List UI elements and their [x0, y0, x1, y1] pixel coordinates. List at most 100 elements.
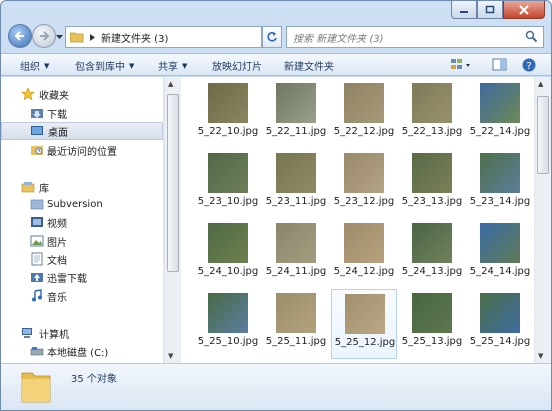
file-thumbnail [208, 153, 248, 193]
close-icon [519, 4, 529, 15]
nav-desktop-label: 桌面 [48, 127, 68, 139]
file-name: 5_25_11.jpg [265, 336, 327, 347]
file-thumbnail [276, 83, 316, 123]
item-count: 35 个对象 [71, 374, 117, 385]
desktop-icon [31, 126, 43, 135]
help-icon[interactable]: ? [521, 57, 537, 73]
file-item[interactable]: 5_23_12.jpg [331, 149, 397, 219]
nav-downloads[interactable]: 下载 [1, 104, 163, 122]
address-bar[interactable]: 新建文件夹 (3) [65, 26, 321, 48]
nav-pictures-label: 图片 [47, 237, 67, 249]
scroll-down-icon[interactable]: ▼ [538, 352, 543, 360]
nav-recent-label: 最近访问的位置 [47, 146, 117, 158]
navigation-bar: 新建文件夹 (3) 搜索 新建文件夹 (3) [1, 23, 551, 51]
file-thumbnail [412, 153, 452, 193]
search-input[interactable]: 搜索 新建文件夹 (3) [286, 26, 544, 48]
organize-menu[interactable]: 组织 ▼ [20, 58, 49, 74]
nav-libraries-label: 库 [39, 183, 49, 195]
nav-xunlei-label: 迅雷下载 [47, 273, 87, 285]
file-item[interactable]: 5_23_14.jpg [467, 149, 533, 219]
file-name: 5_22_14.jpg [469, 126, 531, 137]
preview-pane-icon[interactable] [492, 57, 508, 73]
file-item[interactable]: 5_25_13.jpg [399, 289, 465, 359]
share-menu[interactable]: 共享 ▼ [158, 58, 187, 74]
slideshow-label: 放映幻灯片 [212, 62, 262, 73]
command-bar: 组织 ▼ 包含到库中 ▼ 共享 ▼ 放映幻灯片 新建文件夹 ? [1, 53, 551, 76]
file-item[interactable]: 5_25_14.jpg [467, 289, 533, 359]
file-name: 5_23_14.jpg [469, 196, 531, 207]
file-name: 5_24_11.jpg [265, 266, 327, 277]
file-name: 5_25_13.jpg [401, 336, 463, 347]
file-thumbnail [276, 153, 316, 193]
new-folder-button[interactable]: 新建文件夹 [284, 58, 334, 73]
breadcrumb-current-folder[interactable]: 新建文件夹 (3) [101, 30, 168, 45]
slideshow-button[interactable]: 放映幻灯片 [212, 58, 262, 73]
file-item[interactable]: 5_25_10.jpg [195, 289, 261, 359]
maximize-button[interactable] [477, 1, 503, 19]
navigation-scroll-thumb[interactable] [167, 94, 179, 272]
arrow-left-icon [14, 31, 24, 41]
file-item[interactable]: 5_25_11.jpg [263, 289, 329, 359]
file-thumbnail [345, 294, 385, 334]
include-in-library-menu[interactable]: 包含到库中 ▼ [75, 58, 134, 74]
file-item[interactable]: 5_22_10.jpg [195, 79, 261, 149]
music-icon [32, 289, 42, 302]
refresh-button[interactable] [262, 26, 282, 48]
file-item[interactable]: 5_23_13.jpg [399, 149, 465, 219]
minimize-button[interactable] [451, 1, 477, 19]
file-item[interactable]: 5_23_10.jpg [195, 149, 261, 219]
file-item[interactable]: 5_23_11.jpg [263, 149, 329, 219]
nav-videos[interactable]: 视频 [1, 213, 163, 231]
file-name: 5_24_14.jpg [469, 266, 531, 277]
breadcrumb-separator-icon[interactable] [90, 33, 95, 41]
file-item[interactable]: 5_24_12.jpg [331, 219, 397, 289]
file-thumbnail [480, 153, 520, 193]
file-item[interactable]: 5_24_10.jpg [195, 219, 261, 289]
minimize-icon [460, 10, 468, 13]
navigation-scrollbar[interactable]: ▲ ▼ [164, 77, 181, 363]
explorer-window: 新建文件夹 (3) 搜索 新建文件夹 (3) 组织 ▼ 包含到库中 ▼ 共享 ▼ 放映… [0, 0, 552, 411]
file-thumbnail [480, 223, 520, 263]
recent-pages-dropdown[interactable] [56, 32, 63, 43]
navigation-pane: 收藏夹 下载 桌面 最近访问的位置 库 Subversion 视频 图片 文档 … [1, 77, 164, 363]
files-scroll-thumb[interactable] [537, 96, 549, 174]
nav-downloads-label: 下载 [47, 109, 67, 121]
back-button[interactable] [8, 24, 32, 48]
nav-desktop[interactable]: 桌面 [1, 122, 163, 140]
nav-local-disk[interactable]: 本地磁盘 (C:) [1, 342, 163, 360]
file-item[interactable]: 5_24_11.jpg [263, 219, 329, 289]
nav-music[interactable]: 音乐 [1, 287, 163, 305]
nav-computer[interactable]: 计算机 [1, 324, 163, 342]
nav-pictures[interactable]: 图片 [1, 232, 163, 250]
files-scrollbar[interactable]: ▲ ▼ [534, 77, 551, 363]
nav-libraries[interactable]: 库 [1, 178, 163, 196]
nav-favorites[interactable]: 收藏夹 [1, 85, 163, 103]
nav-recent-places[interactable]: 最近访问的位置 [1, 141, 163, 159]
file-item[interactable]: 5_24_14.jpg [467, 219, 533, 289]
file-item[interactable]: 5_22_12.jpg [331, 79, 397, 149]
search-icon[interactable] [525, 30, 538, 43]
nav-music-label: 音乐 [47, 292, 67, 304]
nav-documents[interactable]: 文档 [1, 250, 163, 268]
change-view-button[interactable] [450, 57, 472, 73]
file-item[interactable]: 5_25_12.jpg [331, 289, 397, 359]
details-pane: 35 个对象 [1, 363, 551, 410]
file-name: 5_23_10.jpg [197, 196, 259, 207]
star-icon [21, 87, 35, 101]
file-item[interactable]: 5_22_13.jpg [399, 79, 465, 149]
nav-subversion[interactable]: Subversion [1, 195, 163, 213]
scroll-down-icon[interactable]: ▼ [168, 352, 173, 360]
nav-xunlei-downloads[interactable]: 迅雷下载 [1, 268, 163, 286]
close-button[interactable] [503, 1, 545, 19]
file-name: 5_23_12.jpg [333, 196, 395, 207]
file-item[interactable]: 5_22_14.jpg [467, 79, 533, 149]
scroll-up-icon[interactable]: ▲ [168, 80, 173, 88]
file-thumbnail [412, 293, 452, 333]
file-item[interactable]: 5_22_11.jpg [263, 79, 329, 149]
video-icon [31, 217, 43, 227]
forward-button[interactable] [32, 24, 56, 48]
file-thumbnail [276, 223, 316, 263]
file-item[interactable]: 5_24_13.jpg [399, 219, 465, 289]
scroll-up-icon[interactable]: ▲ [538, 80, 543, 88]
file-name: 5_25_10.jpg [197, 336, 259, 347]
